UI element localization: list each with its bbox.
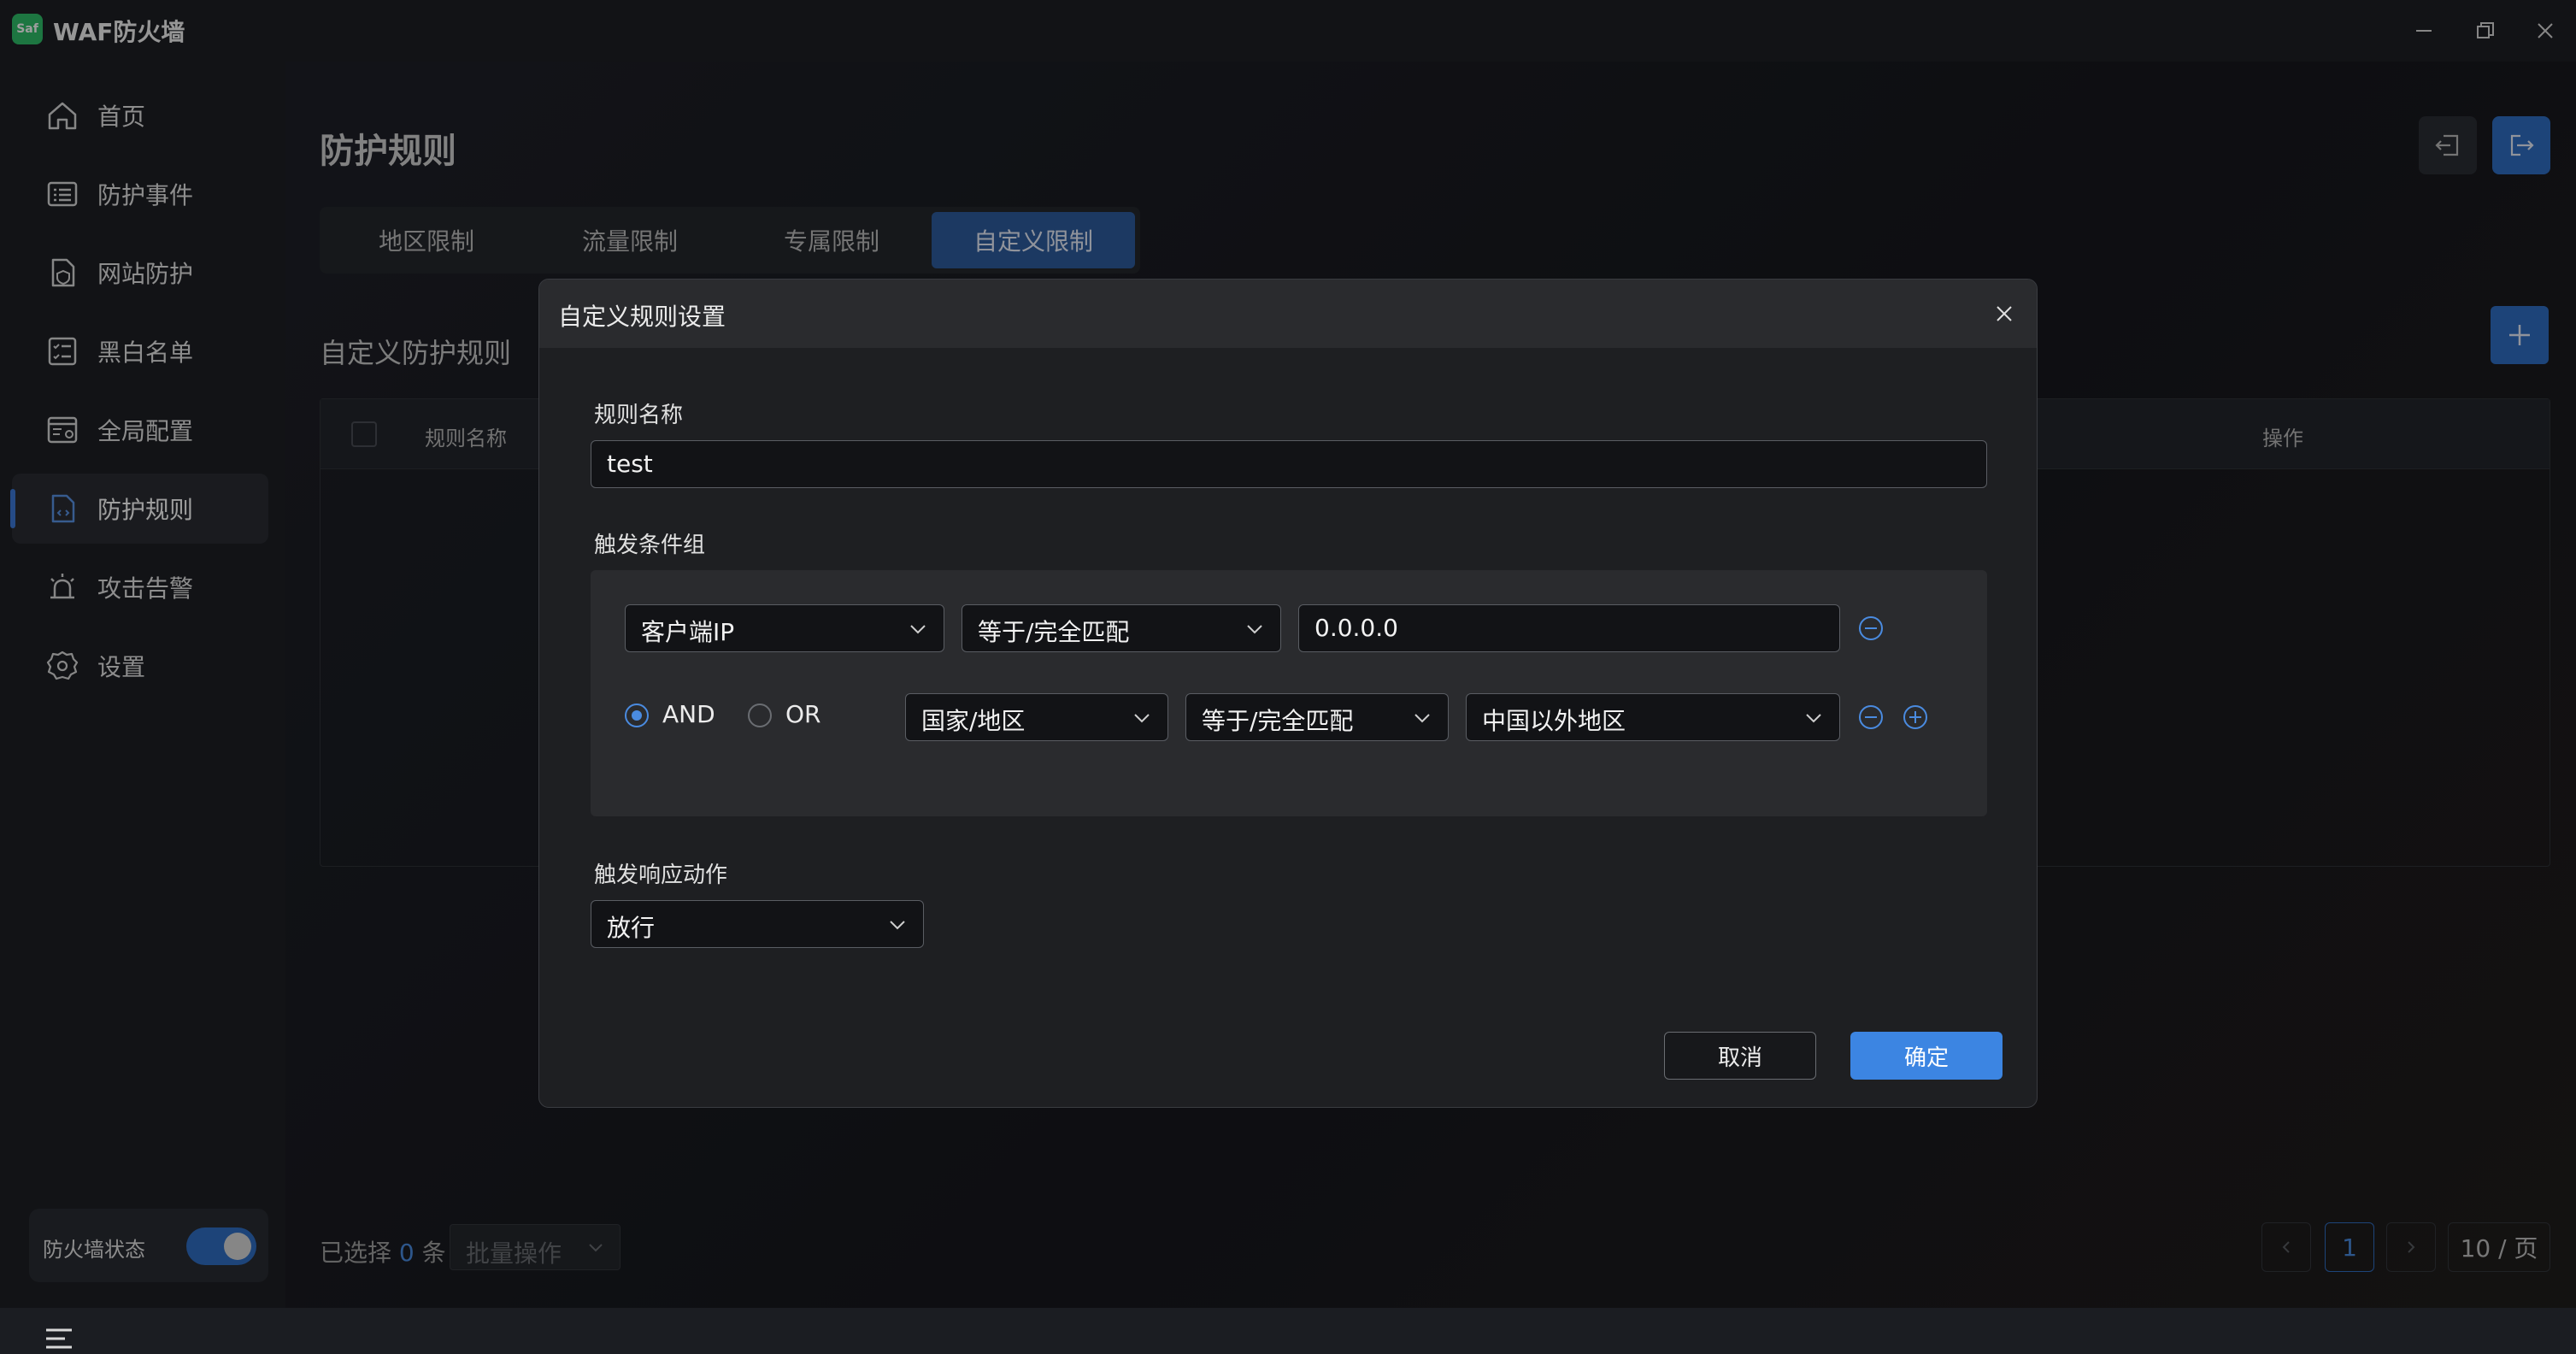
action-select[interactable]: 放行 <box>591 900 924 948</box>
condition-field-select[interactable]: 国家/地区 <box>905 693 1168 741</box>
dialog-header: 自定义规则设置 <box>539 280 2037 348</box>
custom-rule-dialog: 自定义规则设置 规则名称 test 触发条件组 客户端IP 等于/完全匹配 0.… <box>538 279 2038 1108</box>
condition-field-select[interactable]: 客户端IP <box>625 604 944 652</box>
chevron-down-icon <box>1806 714 1821 723</box>
remove-condition-icon[interactable] <box>1857 703 1885 731</box>
menu-collapse-icon[interactable] <box>44 1327 79 1352</box>
chevron-down-icon <box>1414 714 1430 723</box>
logic-or-label: OR <box>785 700 821 728</box>
logic-or-radio[interactable] <box>748 703 772 727</box>
action-label: 触发响应动作 <box>594 862 728 888</box>
rule-name-label: 规则名称 <box>594 403 684 428</box>
add-condition-icon[interactable] <box>1902 703 1929 731</box>
logic-and-radio[interactable] <box>625 703 649 727</box>
chevron-down-icon <box>1247 625 1262 634</box>
conditions-label: 触发条件组 <box>594 533 706 558</box>
condition-operator-select[interactable]: 等于/完全匹配 <box>962 604 1281 652</box>
remove-condition-icon[interactable] <box>1857 615 1885 642</box>
close-icon[interactable] <box>1987 297 2021 331</box>
rule-name-input[interactable]: test <box>591 440 1987 488</box>
chevron-down-icon <box>890 921 905 930</box>
condition-operator-select[interactable]: 等于/完全匹配 <box>1185 693 1449 741</box>
conditions-panel: 客户端IP 等于/完全匹配 0.0.0.0 AND OR 国家/地区 等于/完全… <box>591 570 1987 816</box>
cancel-button[interactable]: 取消 <box>1664 1032 1816 1080</box>
condition-value-input[interactable]: 0.0.0.0 <box>1298 604 1840 652</box>
chevron-down-icon <box>910 625 926 634</box>
dialog-title: 自定义规则设置 <box>558 303 726 331</box>
chevron-down-icon <box>1134 714 1150 723</box>
condition-value-select[interactable]: 中国以外地区 <box>1466 693 1840 741</box>
logic-and-label: AND <box>662 700 715 728</box>
confirm-button[interactable]: 确定 <box>1850 1032 2003 1080</box>
